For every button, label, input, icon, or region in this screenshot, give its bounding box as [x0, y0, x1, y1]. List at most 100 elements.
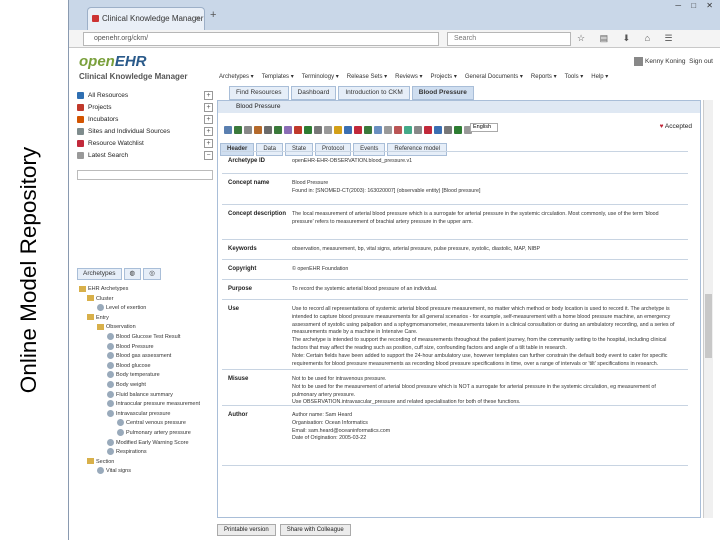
menu-reviews[interactable]: Reviews ▾ [395, 74, 422, 80]
signout-link[interactable]: Sign out [689, 58, 713, 65]
tree-item[interactable]: Vital signs [97, 466, 131, 476]
sidebar-item[interactable]: Resource Watchlist + [77, 138, 213, 149]
tree-item-label: Body temperature [116, 372, 160, 379]
tab-templates-icon[interactable]: ◍ [123, 268, 142, 280]
tab-other-icon[interactable]: ◎ [143, 268, 161, 280]
browser-tab-title: Clinical Knowledge Manager [102, 14, 204, 23]
toolbar-icon[interactable] [324, 126, 332, 134]
menu-projects[interactable]: Projects ▾ [431, 74, 457, 80]
sidebar-item[interactable]: Projects + [77, 102, 213, 113]
toolbar-icon[interactable] [354, 126, 362, 134]
archetype-icon [107, 361, 114, 369]
status-text: Accepted [664, 123, 692, 130]
menu-reports[interactable]: Reports ▾ [531, 74, 557, 80]
share-button[interactable]: Share with Colleague [279, 524, 351, 536]
expand-icon[interactable]: + [204, 139, 213, 148]
toolbar-icon[interactable] [264, 126, 272, 134]
toolbar-icon[interactable] [424, 126, 432, 134]
toolbar-icon[interactable] [234, 126, 242, 134]
menu-help[interactable]: Help ▾ [591, 74, 608, 80]
toolbar-icon[interactable] [384, 126, 392, 134]
toolbar-icon[interactable] [434, 126, 442, 134]
detail-value: Blood Pressure Found in: [SNOMED-CT(2003… [292, 180, 481, 194]
sidebar-item[interactable]: All Resources + [77, 90, 213, 101]
tree-item[interactable]: Fluid balance summary [107, 390, 173, 400]
tree-item[interactable]: Section [87, 457, 114, 467]
tab-find-resources[interactable]: Find Resources [229, 86, 289, 100]
toolbar-icon[interactable] [254, 126, 262, 134]
tree-item[interactable]: Entry [87, 313, 109, 323]
toolbar-icon[interactable] [314, 126, 322, 134]
sidebar-search-input[interactable] [77, 170, 213, 180]
tree-item-label: EHR Archetypes [88, 286, 129, 292]
main-menu: Archetypes ▾ Templates ▾ Terminology ▾ Rele… [219, 73, 616, 80]
user-name[interactable]: Kenny Koning [645, 58, 685, 65]
new-tab-icon[interactable]: + [210, 9, 216, 21]
tab-introduction[interactable]: Introduction to CKM [338, 86, 410, 100]
toolbar-icon[interactable] [304, 126, 312, 134]
toolbar-icon[interactable] [364, 126, 372, 134]
tree-item-label: Vital signs [106, 468, 131, 475]
expand-icon[interactable]: + [204, 127, 213, 136]
expand-icon[interactable]: + [204, 91, 213, 100]
sidebar-item[interactable]: Incubators + [77, 114, 213, 125]
tree-item[interactable]: Body temperature [107, 370, 160, 380]
tree-item[interactable]: Cluster [87, 294, 113, 304]
tree-item[interactable]: Modified Early Warning Score [107, 438, 189, 448]
menu-general-documents[interactable]: General Documents ▾ [465, 74, 523, 80]
toolbar-icon[interactable] [414, 126, 422, 134]
tree-item[interactable]: EHR Archetypes [79, 284, 128, 294]
tab-blood-pressure[interactable]: Blood Pressure [411, 86, 474, 100]
tree-item[interactable]: Blood Glucose Test Result [107, 332, 180, 342]
language-select[interactable]: English [470, 123, 498, 132]
toolbar-icon[interactable] [334, 126, 342, 134]
browser-tab[interactable]: Clinical Knowledge Manager × [87, 7, 205, 30]
expand-icon[interactable]: − [204, 151, 213, 160]
window-controls[interactable]: ─ □ ✕ [675, 1, 717, 10]
menu-archetypes[interactable]: Archetypes ▾ [219, 74, 254, 80]
archetype-panel-header: Blood Pressure [218, 101, 700, 113]
toolbar-icon[interactable] [394, 126, 402, 134]
toolbar-icon[interactable] [284, 126, 292, 134]
expand-icon[interactable]: + [204, 103, 213, 112]
menu-release-sets[interactable]: Release Sets ▾ [347, 74, 387, 80]
tree-item[interactable]: Intraocular pressure measurement [107, 399, 200, 409]
toolbar-icon[interactable] [244, 126, 252, 134]
toolbar-icon[interactable] [374, 126, 382, 134]
tree-item[interactable]: Blood Pressure [107, 342, 154, 352]
tree-item[interactable]: Intravascular pressure [107, 409, 170, 419]
toolbar-icon[interactable] [404, 126, 412, 134]
app-logo[interactable]: openEHR [79, 53, 147, 70]
browser-search-input[interactable]: Search [447, 32, 571, 46]
toolbar-icon[interactable] [224, 126, 232, 134]
slide-title-container: Online Model Repository [0, 0, 58, 540]
menu-terminology[interactable]: Terminology ▾ [302, 74, 339, 80]
close-tab-icon[interactable]: × [195, 8, 200, 29]
expand-icon[interactable]: + [204, 115, 213, 124]
tree-item[interactable]: Central venous pressure [117, 418, 186, 428]
sidebar-item[interactable]: Sites and Individual Sources + [77, 126, 213, 137]
toolbar-icon[interactable] [444, 126, 452, 134]
toolbar-icon[interactable] [274, 126, 282, 134]
tab-archetypes[interactable]: Archetypes [77, 268, 122, 280]
toolbar-icon[interactable] [454, 126, 462, 134]
tree-item[interactable]: Pulmonary artery pressure [117, 428, 191, 438]
tree-item[interactable]: Observation [97, 322, 136, 332]
content-scrollbar[interactable] [703, 100, 713, 518]
sidebar-item[interactable]: Latest Search − [77, 150, 213, 161]
archetype-icon [107, 342, 114, 350]
url-field[interactable]: openehr.org/ckm/ [83, 32, 439, 46]
menu-templates[interactable]: Templates ▾ [262, 74, 294, 80]
browser-toolbar-icons[interactable]: ☆ ▤ ⬇ ⌂ ☰ [577, 33, 679, 44]
tree-item[interactable]: Level of exertion [97, 303, 146, 313]
tree-item[interactable]: Blood gas assessment [107, 351, 171, 361]
toolbar-icon[interactable] [344, 126, 352, 134]
toolbar-icon[interactable] [294, 126, 302, 134]
printable-version-button[interactable]: Printable version [217, 524, 276, 536]
scrollbar-thumb[interactable] [705, 294, 712, 358]
tab-dashboard[interactable]: Dashboard [290, 86, 337, 100]
tree-item[interactable]: Blood glucose [107, 361, 151, 371]
tree-item[interactable]: Respirations [107, 447, 147, 457]
tree-item[interactable]: Body weight [107, 380, 146, 390]
menu-tools[interactable]: Tools ▾ [565, 74, 584, 80]
